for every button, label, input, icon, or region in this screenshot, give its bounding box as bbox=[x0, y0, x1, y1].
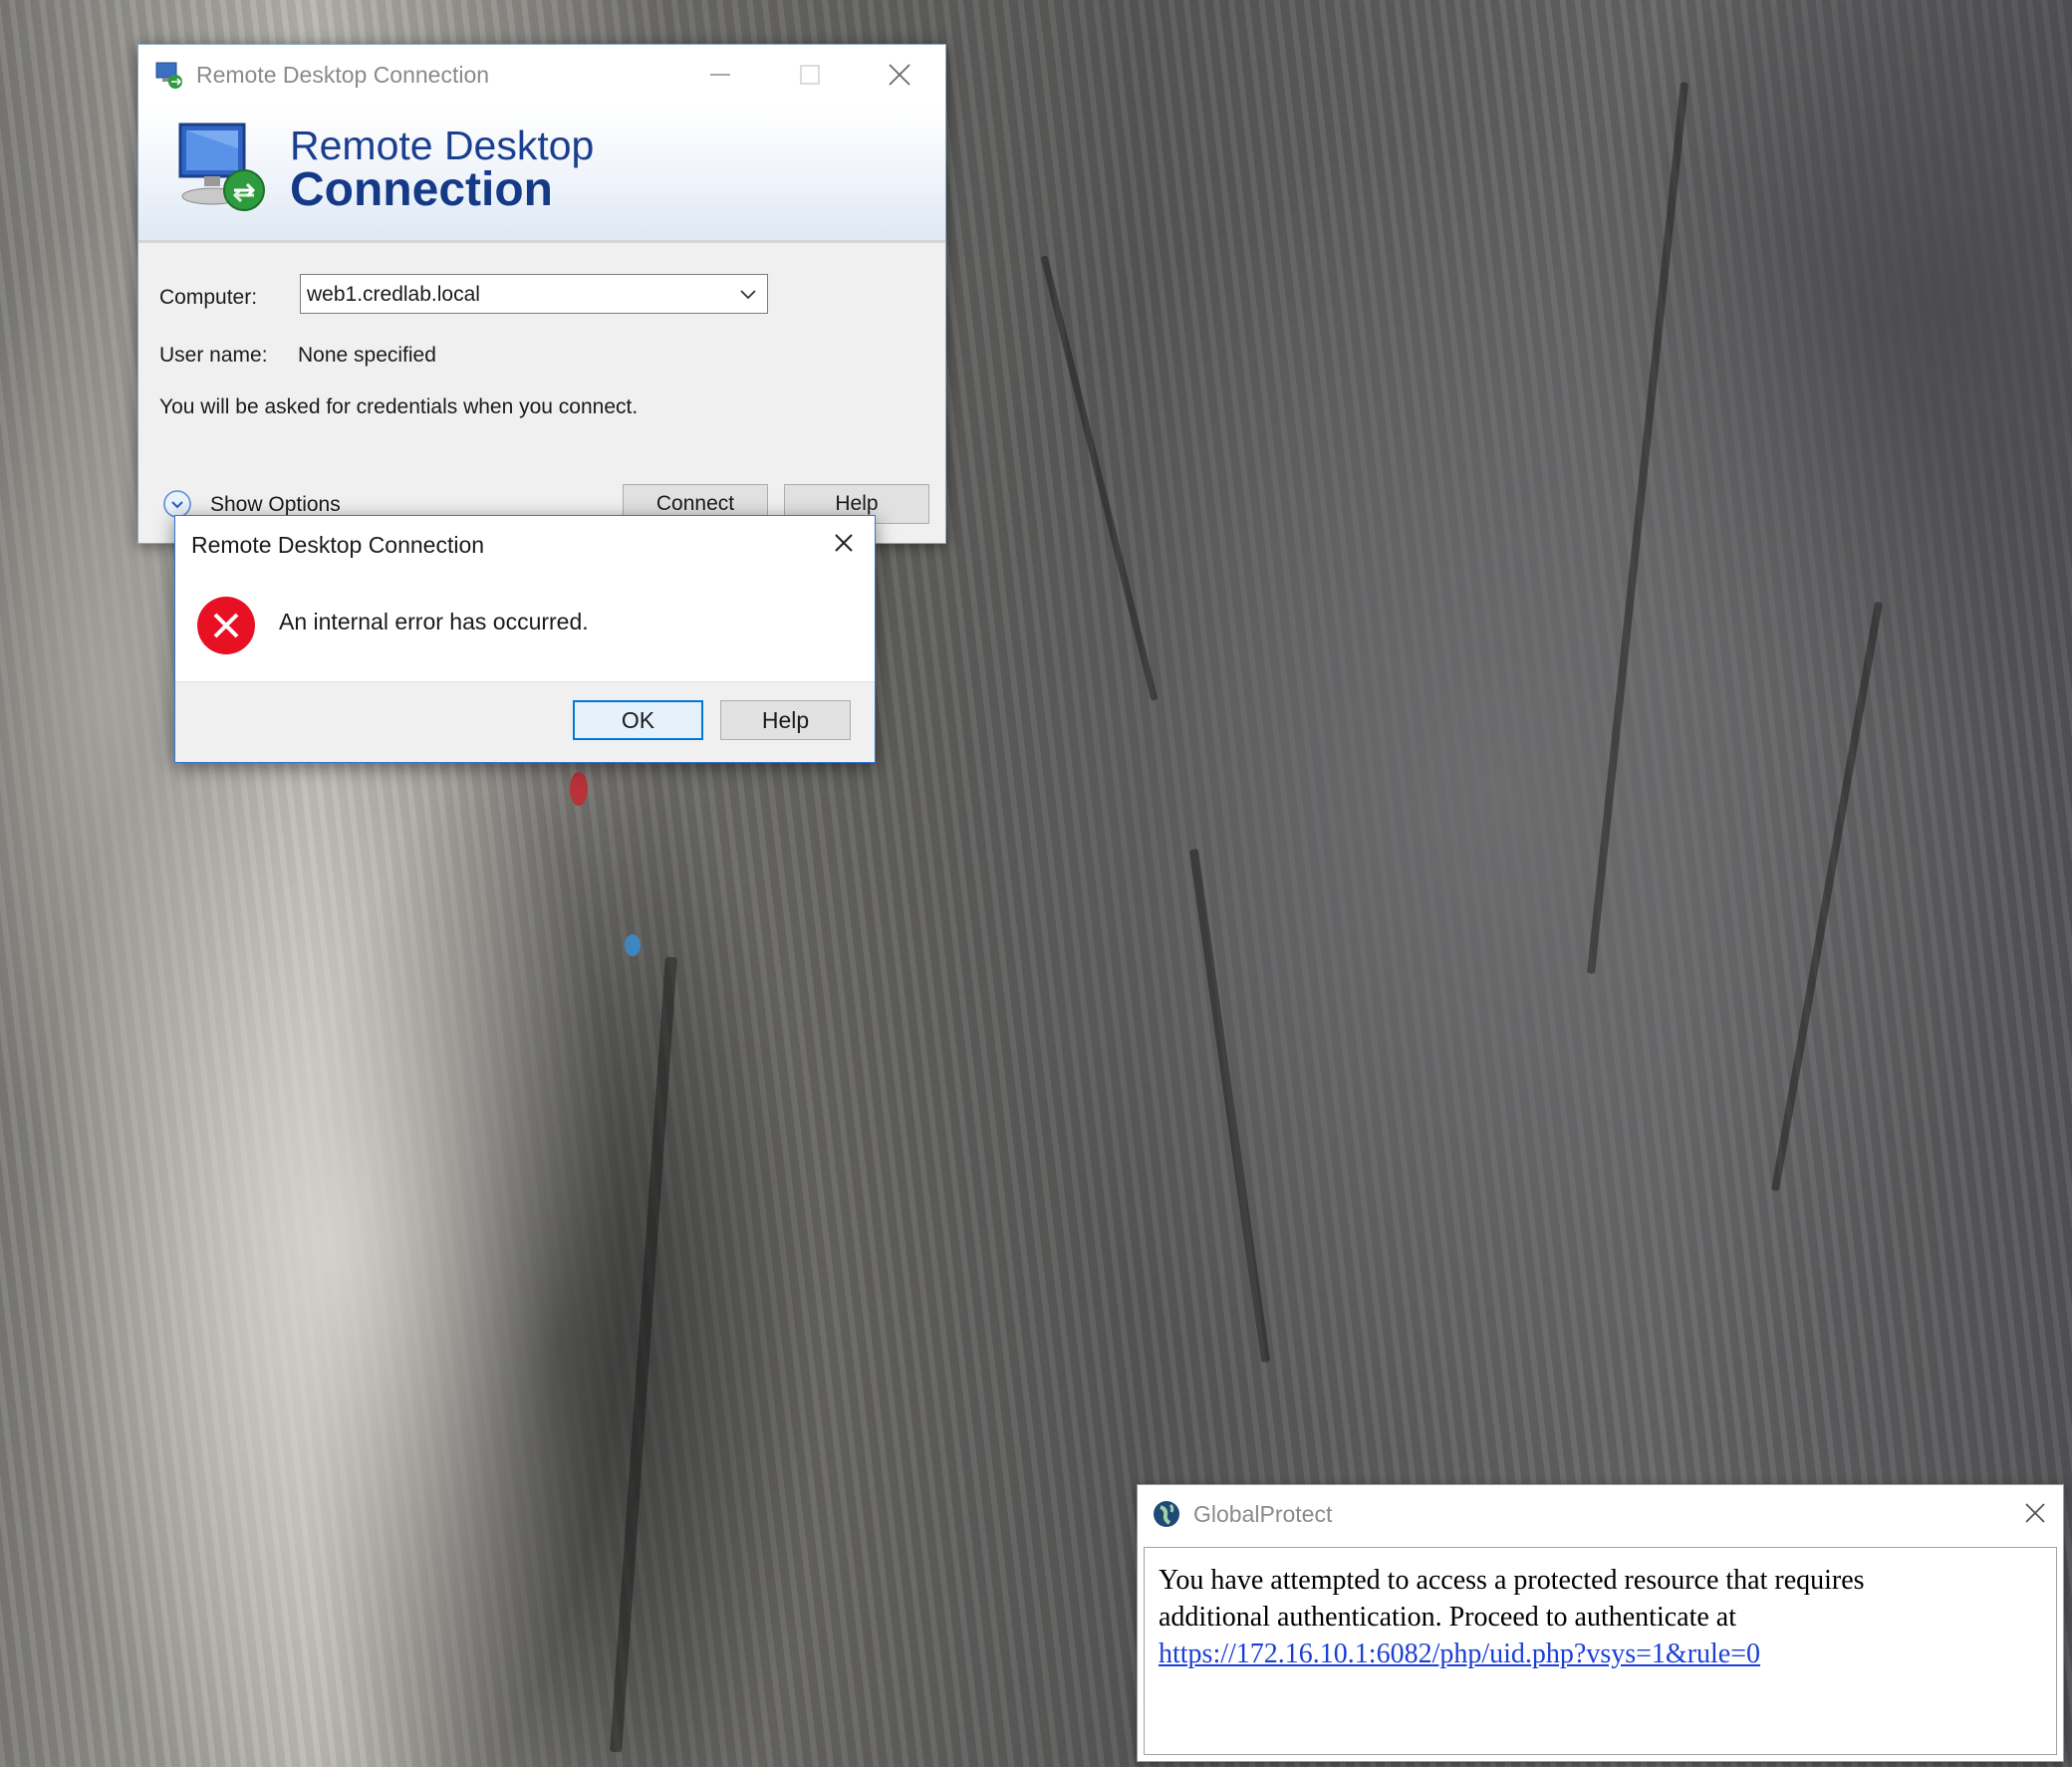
wallpaper-crack bbox=[1040, 254, 1159, 702]
rdc-titlebar[interactable]: Remote Desktop Connection bbox=[138, 45, 945, 105]
maximize-icon bbox=[800, 65, 820, 85]
globalprotect-message: You have attempted to access a protected… bbox=[1159, 1562, 2036, 1672]
climber-figure bbox=[570, 772, 588, 806]
wallpaper-crack bbox=[1188, 848, 1271, 1364]
error-dialog-title: Remote Desktop Connection bbox=[191, 532, 485, 558]
error-message: An internal error has occurred. bbox=[279, 609, 589, 634]
globalprotect-message-line2: additional authentication. Proceed to au… bbox=[1159, 1602, 1737, 1633]
credentials-note: You will be asked for credentials when y… bbox=[159, 395, 639, 418]
wallpaper-crack bbox=[1586, 82, 1689, 974]
globalprotect-message-box: You have attempted to access a protected… bbox=[1144, 1547, 2057, 1755]
maximize-button[interactable] bbox=[766, 45, 854, 105]
computer-label: Computer: bbox=[159, 286, 258, 309]
close-icon[interactable] bbox=[827, 526, 861, 560]
error-dialog-footer: OK Help bbox=[175, 681, 875, 762]
globalprotect-window: GlobalProtect You have attempted to acce… bbox=[1137, 1484, 2064, 1762]
username-value: None specified bbox=[298, 344, 436, 367]
rdc-main-window: Remote Desktop Connection Remote Desktop… bbox=[137, 44, 946, 544]
wallpaper-crack bbox=[1770, 601, 1884, 1192]
globalprotect-auth-link[interactable]: https://172.16.10.1:6082/php/uid.php?vsy… bbox=[1159, 1639, 1760, 1669]
rdc-banner: Remote Desktop Connection bbox=[138, 105, 945, 243]
globalprotect-titlebar[interactable]: GlobalProtect bbox=[1138, 1485, 2063, 1543]
wallpaper-crack bbox=[610, 956, 677, 1753]
minimize-icon bbox=[710, 74, 730, 76]
close-icon[interactable] bbox=[2017, 1495, 2053, 1531]
computer-combobox[interactable]: web1.credlab.local bbox=[300, 274, 768, 314]
close-icon bbox=[889, 64, 910, 86]
ok-button[interactable]: OK bbox=[573, 700, 703, 740]
minimize-button[interactable] bbox=[676, 45, 764, 105]
username-label: User name: bbox=[159, 344, 268, 367]
rdc-app-icon bbox=[155, 62, 182, 89]
climber-figure bbox=[625, 934, 641, 956]
error-dialog: Remote Desktop Connection An internal er… bbox=[174, 515, 876, 763]
rdc-monitor-icon bbox=[178, 123, 265, 211]
computer-value[interactable]: web1.credlab.local bbox=[307, 283, 480, 307]
close-button[interactable] bbox=[856, 45, 943, 105]
globalprotect-globe-icon bbox=[1154, 1501, 1179, 1527]
error-help-button[interactable]: Help bbox=[720, 700, 851, 740]
globalprotect-title: GlobalProtect bbox=[1193, 1501, 1333, 1527]
banner-title-line2: Connection bbox=[290, 163, 553, 216]
show-options-link[interactable]: Show Options bbox=[210, 493, 341, 517]
error-icon bbox=[197, 597, 255, 654]
globalprotect-message-line1: You have attempted to access a protected… bbox=[1159, 1565, 1865, 1596]
chevron-down-icon[interactable] bbox=[737, 283, 759, 305]
window-title: Remote Desktop Connection bbox=[196, 61, 490, 88]
